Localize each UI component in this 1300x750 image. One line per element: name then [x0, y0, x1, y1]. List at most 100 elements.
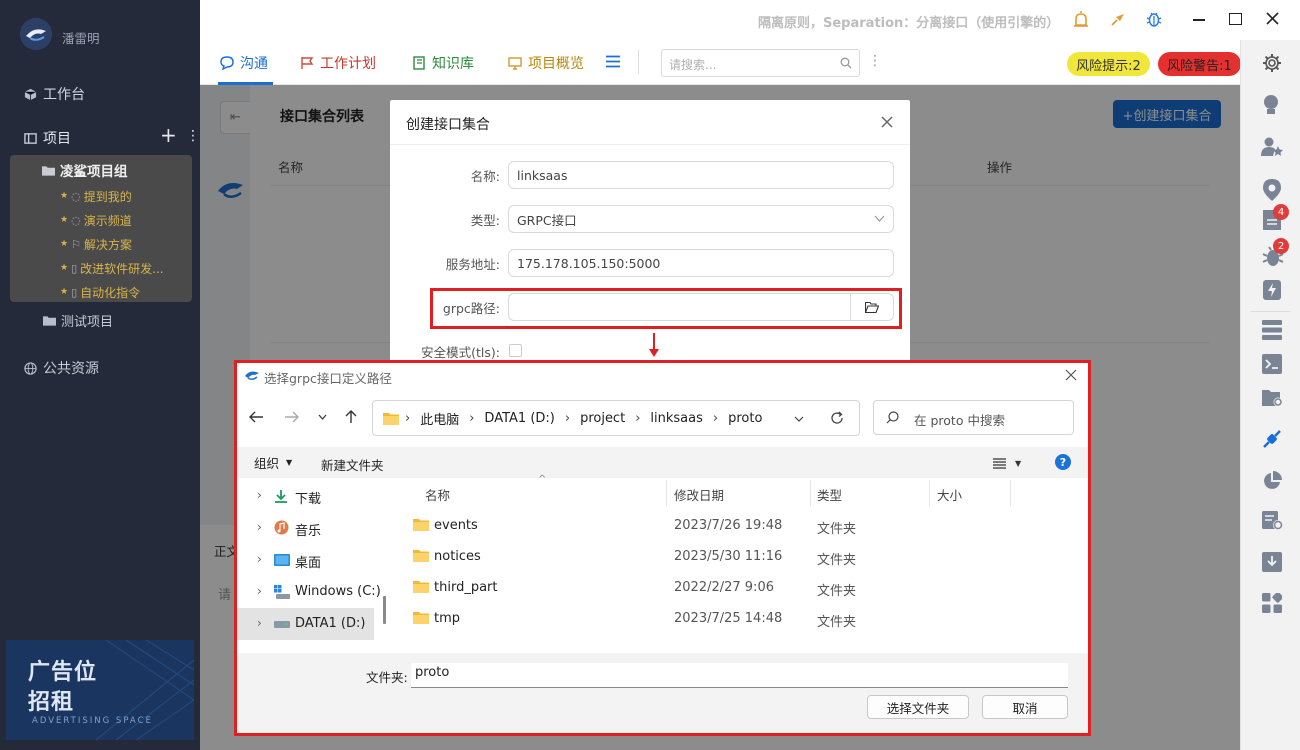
back-arrow-icon[interactable] [249, 411, 264, 423]
nav-item-music[interactable]: › 音乐 [237, 512, 377, 544]
breadcrumb-item[interactable]: project [580, 411, 625, 426]
terminal-icon[interactable] [1262, 354, 1282, 374]
pin-icon[interactable] [1110, 11, 1126, 27]
file-row[interactable]: notices 2023/5/30 11:16 文件夹 [392, 541, 1087, 572]
nav-item-desktop[interactable]: › 桌面 [237, 544, 377, 576]
minimize-icon[interactable] [1193, 19, 1205, 21]
nav-item-label: DATA1 (D:) [295, 616, 366, 631]
type-select[interactable]: GRPC接口 [508, 205, 894, 233]
project-group-header[interactable]: 凌鲨项目组 [42, 160, 128, 180]
chevron-right-icon: › [257, 616, 262, 630]
right-sidebar: 4 2 [1240, 40, 1300, 750]
api-plug-icon[interactable] [1261, 428, 1283, 450]
nav-item-downloads[interactable]: › 下载 [237, 480, 377, 512]
risk-warn-badge[interactable]: 风险警告:1 [1158, 52, 1241, 76]
help-icon[interactable]: ? [1055, 454, 1071, 470]
close-icon[interactable] [881, 116, 893, 128]
breadcrumb-item[interactable]: proto [728, 411, 762, 426]
file-row[interactable]: third_part 2022/2/27 9:06 文件夹 [392, 572, 1087, 603]
folder-name-input[interactable]: proto [411, 663, 1068, 688]
group-item[interactable]: ★ ▯ 自动化指令 [60, 280, 190, 304]
file-row[interactable]: tmp 2023/7/25 14:48 文件夹 [392, 603, 1087, 634]
group-item[interactable]: ★ ◌ 演示频道 [60, 208, 190, 232]
col-date[interactable]: 修改日期 [674, 485, 724, 504]
col-size[interactable]: 大小 [937, 485, 962, 504]
file-row[interactable]: events 2023/7/26 19:48 文件夹 [392, 510, 1087, 541]
group-item[interactable]: ★ ⚐ 解决方案 [60, 232, 190, 256]
more-icon[interactable]: ⋮ [868, 53, 882, 69]
tls-checkbox[interactable] [509, 344, 522, 357]
group-item-label: 自动化指令 [80, 285, 141, 300]
cancel-button[interactable]: 取消 [982, 695, 1068, 719]
up-arrow-icon[interactable] [345, 410, 357, 424]
grpc-path-input[interactable] [508, 293, 851, 321]
nav-item-drive-c[interactable]: › Windows (C:) [237, 576, 382, 608]
refresh-icon[interactable] [830, 411, 844, 425]
server-icon[interactable] [1262, 320, 1282, 340]
member-icon[interactable] [1261, 137, 1283, 157]
sidebar-item-test-project[interactable]: 测试项目 [43, 310, 113, 330]
tab-work-plan[interactable]: 工作计划 [300, 54, 376, 72]
ad-banner[interactable]: 广告位 招租 ADVERTISING SPACE [6, 640, 194, 740]
close-icon[interactable] [1065, 369, 1077, 381]
select-folder-button[interactable]: 选择文件夹 [867, 695, 969, 719]
sidebar-item-workbench[interactable]: 工作台 [24, 84, 85, 104]
addr-input[interactable]: 175.178.105.150:5000 [508, 249, 894, 277]
apps-icon[interactable] [1262, 593, 1282, 613]
divider [390, 144, 910, 145]
doc-icon: ▯ [71, 285, 78, 299]
chevron-right-icon: › [564, 410, 571, 426]
folder-label: 文件夹: [366, 670, 408, 685]
tab-knowledge[interactable]: 知识库 [412, 54, 474, 72]
group-item[interactable]: ★ ◌ 提到我的 [60, 184, 190, 208]
search-input[interactable]: 在 proto 中搜索 [873, 400, 1074, 435]
view-options-button[interactable]: ▼ [993, 455, 1021, 471]
gear-icon[interactable] [1262, 53, 1282, 73]
breadcrumb-item[interactable]: 此电脑 [420, 409, 459, 428]
task-time-icon[interactable] [1262, 511, 1284, 531]
group-item[interactable]: ★ ▯ 改进软件研发... [60, 256, 190, 280]
sidebar-item-projects[interactable]: 项目 [24, 128, 71, 148]
pie-chart-icon[interactable] [1262, 471, 1282, 491]
doc-count-badge: 4 [1273, 204, 1289, 220]
tab-overview[interactable]: 项目概览 [508, 54, 584, 72]
organize-button[interactable]: 组织 ▼ [254, 454, 292, 471]
name-input[interactable]: linksaas [508, 161, 894, 189]
search-input[interactable]: 请搜索... [661, 49, 860, 77]
more-icon[interactable]: ⋮ [186, 127, 200, 145]
browse-folder-button[interactable] [850, 293, 894, 321]
nav-item-drive-d[interactable]: › DATA1 (D:) [237, 608, 374, 640]
bug-icon[interactable] [1146, 10, 1162, 28]
chat-icon: ◌ [71, 189, 81, 203]
forward-arrow-icon[interactable] [284, 411, 299, 423]
bulb-icon[interactable] [1262, 94, 1280, 116]
chevron-down-icon [874, 215, 885, 222]
close-icon[interactable] [1266, 12, 1279, 25]
inbox-download-icon[interactable] [1262, 552, 1282, 572]
chevron-down-icon[interactable] [318, 414, 327, 420]
group-item-label: 改进软件研发... [80, 261, 164, 276]
col-type[interactable]: 类型 [817, 485, 842, 504]
folder-settings-icon[interactable] [1262, 388, 1284, 408]
chevron-right-icon: › [635, 410, 641, 426]
search-icon[interactable] [840, 57, 852, 69]
star-icon: ★ [60, 263, 69, 273]
new-folder-button[interactable]: 新建文件夹 [321, 455, 384, 474]
col-name[interactable]: 名称 [425, 485, 450, 504]
alarm-icon[interactable] [1073, 11, 1089, 28]
avatar[interactable] [20, 18, 52, 50]
chevron-down-icon[interactable] [794, 416, 804, 422]
menu-icon[interactable] [606, 55, 620, 68]
tab-chat[interactable]: 沟通 [220, 54, 268, 72]
breadcrumb[interactable]: › 此电脑 › DATA1 (D:) › project › linksaas … [372, 400, 860, 436]
risk-tip-badge[interactable]: 风险提示:2 [1067, 52, 1150, 76]
bolt-icon[interactable] [1263, 280, 1281, 300]
maximize-icon[interactable] [1229, 13, 1242, 25]
sidebar-item-public[interactable]: 公共资源 [24, 358, 99, 378]
breadcrumb-item[interactable]: DATA1 (D:) [484, 411, 554, 426]
add-project-icon[interactable]: + [160, 124, 177, 146]
location-icon[interactable] [1263, 179, 1281, 201]
breadcrumb-item[interactable]: linksaas [650, 411, 702, 426]
file-date: 2023/7/25 14:48 [674, 611, 783, 626]
nav-scrollbar[interactable] [383, 596, 386, 624]
